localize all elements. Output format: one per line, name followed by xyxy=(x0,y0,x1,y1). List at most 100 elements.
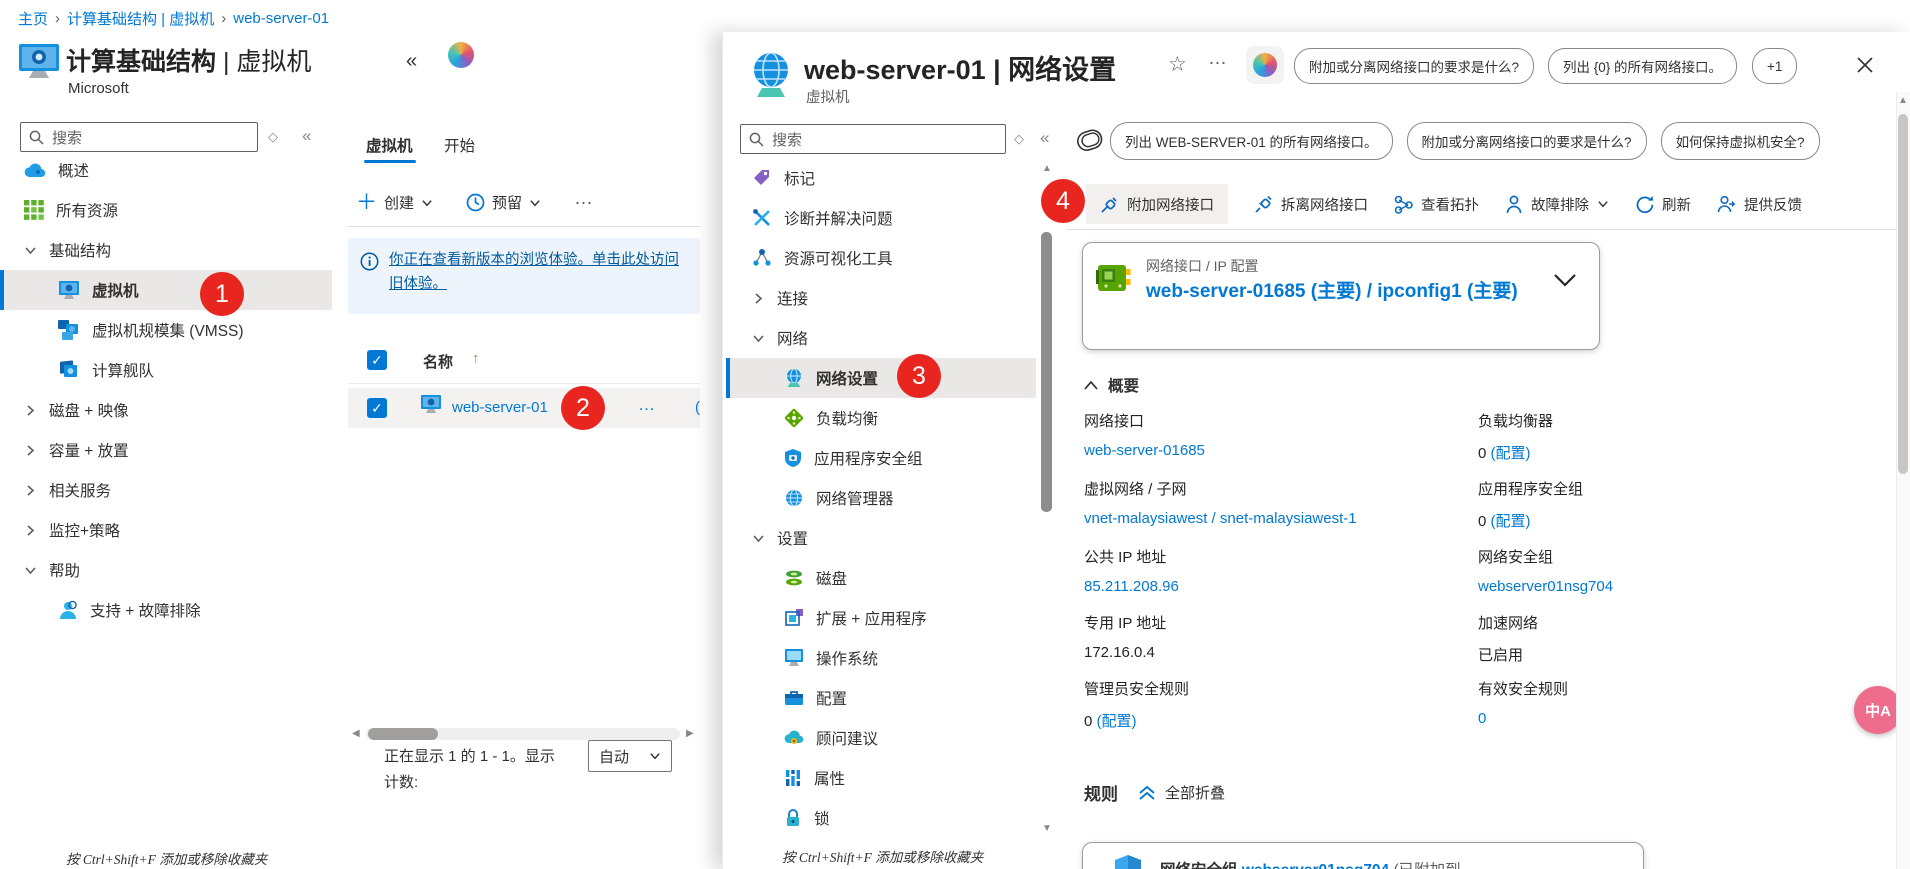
breadcrumb-section[interactable]: 计算基础结构 | 虚拟机 xyxy=(67,8,214,29)
feedback-button[interactable]: 提供反馈 xyxy=(1717,194,1802,215)
vm-name-link[interactable]: web-server-01 xyxy=(452,399,548,416)
configure-link[interactable]: (配置) xyxy=(1491,513,1531,530)
blade-group-settings[interactable]: 设置 xyxy=(726,518,1036,558)
sort-ascending-icon: ↑ xyxy=(472,350,480,367)
chevron-down-icon[interactable] xyxy=(1552,270,1578,290)
sidebar-item-support[interactable]: 支持 + 故障排除 xyxy=(0,590,345,630)
sidebar-item-overview[interactable]: 概述 xyxy=(0,150,345,190)
blade-item-diagnose[interactable]: 诊断并解决问题 xyxy=(726,198,1036,238)
row-more-button[interactable]: … xyxy=(638,395,656,415)
blade-item-tags[interactable]: 标记 xyxy=(726,158,1036,198)
blade-item-disks[interactable]: 磁盘 xyxy=(726,558,1036,598)
pin-diamond-icon[interactable]: ◇ xyxy=(268,129,278,145)
scroll-up-icon[interactable]: ▲ xyxy=(1042,164,1052,174)
vnet-link[interactable]: vnet-malaysiawest / snet-malaysiawest-1 xyxy=(1084,510,1357,527)
copilot-chip-list-interfaces[interactable]: 列出 WEB-SERVER-01 的所有网络接口。 xyxy=(1110,122,1393,160)
breadcrumb-home[interactable]: 主页 xyxy=(18,8,48,29)
blade-item-locks[interactable]: 锁 xyxy=(726,798,1036,838)
blade-item-load-balancing[interactable]: 负载均衡 xyxy=(726,398,1036,438)
copilot-chip-keep-secure[interactable]: 如何保持虚拟机安全? xyxy=(1660,122,1820,160)
vm-icon xyxy=(420,395,442,414)
troubleshoot-button[interactable]: 故障排除 xyxy=(1505,194,1609,215)
page-size-select[interactable]: 自动 xyxy=(588,740,672,772)
nsg-link[interactable]: webserver01nsg704 xyxy=(1478,578,1613,595)
nic-card-link[interactable]: web-server-01685 (主要) / ipconfig1 (主要) xyxy=(1146,278,1538,305)
collapse-all-button[interactable]: 全部折叠 xyxy=(1138,782,1225,803)
blade-group-networking[interactable]: 网络 xyxy=(726,318,1036,358)
attach-nic-button[interactable]: 附加网络接口 xyxy=(1086,184,1228,224)
sidebar-group-monitoring-policy[interactable]: 监控+策略 xyxy=(0,510,345,550)
breadcrumb-current[interactable]: web-server-01 xyxy=(233,10,329,27)
field-asg: 应用程序安全组 0 (配置) xyxy=(1478,481,1584,530)
sidebar-group-infrastructure[interactable]: 基础结构 xyxy=(0,230,345,270)
pin-diamond-icon[interactable]: ◇ xyxy=(1014,131,1024,147)
blade-group-connect[interactable]: 连接 xyxy=(726,278,1036,318)
view-topology-button[interactable]: 查看拓扑 xyxy=(1394,194,1479,215)
nsg-name-link[interactable]: webserver01nsg704 xyxy=(1242,862,1389,869)
detach-nic-button[interactable]: 拆离网络接口 xyxy=(1254,194,1368,215)
tab-get-started[interactable]: 开始 xyxy=(444,134,475,156)
nic-link[interactable]: web-server-01685 xyxy=(1084,442,1205,459)
banner-link[interactable]: 你正在查看新版本的浏览体验。单击此处访问旧体验。 xyxy=(389,248,685,296)
sidebar-group-disks-images[interactable]: 磁盘 + 映像 xyxy=(0,390,345,430)
more-suggestions-chip[interactable]: +1 xyxy=(1752,48,1798,84)
blade-menu-scrollbar-thumb[interactable] xyxy=(1041,232,1052,512)
close-icon[interactable] xyxy=(1856,56,1874,74)
sidebar-item-virtual-machines[interactable]: 虚拟机 xyxy=(0,270,332,310)
translate-fab[interactable]: 中A xyxy=(1854,686,1902,734)
copilot-suggestion-chip[interactable]: 附加或分离网络接口的要求是什么? xyxy=(1294,48,1535,84)
step-annotation-1: 1 xyxy=(200,272,244,316)
collapse-menu-icon[interactable]: « xyxy=(302,126,311,146)
blade-item-resource-visualizer[interactable]: 资源可视化工具 xyxy=(726,238,1036,278)
copilot-button[interactable] xyxy=(1246,46,1284,84)
collapse-left-panel-icon[interactable]: « xyxy=(406,50,417,73)
blade-more-button[interactable]: … xyxy=(1208,48,1228,70)
essentials-header[interactable]: 概要 xyxy=(1084,374,1139,396)
blade-item-asg[interactable]: 应用程序安全组 xyxy=(726,438,1036,478)
sidebar-group-related-services[interactable]: 相关服务 xyxy=(0,470,345,510)
sidebar-item-vmss[interactable]: 虚拟机规模集 (VMSS) xyxy=(0,310,345,350)
copilot-icon[interactable] xyxy=(448,42,474,68)
horizontal-scrollbar-thumb[interactable] xyxy=(368,728,438,740)
rules-header: 规则 全部折叠 xyxy=(1084,780,1225,805)
favorite-star-icon[interactable]: ☆ xyxy=(1168,52,1187,77)
refresh-button[interactable]: 刷新 xyxy=(1635,194,1691,215)
blade-item-configuration[interactable]: 配置 xyxy=(726,678,1036,718)
collapse-blade-menu-icon[interactable]: « xyxy=(1040,128,1049,148)
create-button[interactable]: ＋ 创建 xyxy=(356,192,433,213)
blade-item-operating-system[interactable]: 操作系统 xyxy=(726,638,1036,678)
select-all-checkbox[interactable]: ✓ xyxy=(367,350,387,370)
scroll-down-icon[interactable]: ▼ xyxy=(1042,824,1052,834)
tag-icon xyxy=(752,168,772,188)
sidebar-group-capacity-placement[interactable]: 容量 + 放置 xyxy=(0,430,345,470)
blade-item-network-manager[interactable]: 网络管理器 xyxy=(726,478,1036,518)
scroll-left-icon[interactable]: ◀ xyxy=(352,729,360,739)
blade-item-properties[interactable]: 属性 xyxy=(726,758,1036,798)
column-header-name[interactable]: 名称 xyxy=(423,351,453,372)
blade-item-network-settings[interactable]: 网络设置 xyxy=(726,358,1036,398)
nsg-card-title: 网络安全组 webserver01nsg704 (已附加到 xyxy=(1160,858,1461,869)
row-checkbox[interactable]: ✓ xyxy=(367,398,387,418)
public-ip-link[interactable]: 85.211.208.96 xyxy=(1084,578,1179,595)
tab-virtual-machines[interactable]: 虚拟机 xyxy=(366,134,413,156)
blade-item-extensions[interactable]: 扩展 + 应用程序 xyxy=(726,598,1036,638)
sidebar-item-all-resources[interactable]: 所有资源 xyxy=(0,190,345,230)
sidebar-group-help[interactable]: 帮助 xyxy=(0,550,345,590)
troubleshoot-person-icon xyxy=(1505,195,1523,214)
copilot-suggestion-chip[interactable]: 列出 {0} 的所有网络接口。 xyxy=(1548,48,1738,84)
effective-rules-link[interactable]: 0 xyxy=(1478,710,1568,727)
scroll-up-icon[interactable]: ▲ xyxy=(1898,96,1908,106)
blade-item-advisor[interactable]: 顾问建议 xyxy=(726,718,1036,758)
page-scrollbar-thumb[interactable] xyxy=(1898,114,1908,474)
configure-link[interactable]: (配置) xyxy=(1491,445,1531,462)
blade-search-input[interactable]: 搜索 xyxy=(740,124,1006,154)
sidebar-search-input[interactable]: 搜索 xyxy=(20,122,258,152)
toolbar-more-button[interactable]: … xyxy=(574,188,594,210)
refresh-icon xyxy=(1635,195,1654,214)
scroll-right-icon[interactable]: ▶ xyxy=(686,729,694,739)
configure-link[interactable]: (配置) xyxy=(1097,713,1137,730)
copilot-chip-attach-requirements[interactable]: 附加或分离网络接口的要求是什么? xyxy=(1406,122,1647,160)
reserve-button[interactable]: 预留 xyxy=(466,192,541,213)
network-globe-icon xyxy=(784,368,804,388)
sidebar-item-compute-fleet[interactable]: 计算舰队 xyxy=(0,350,345,390)
